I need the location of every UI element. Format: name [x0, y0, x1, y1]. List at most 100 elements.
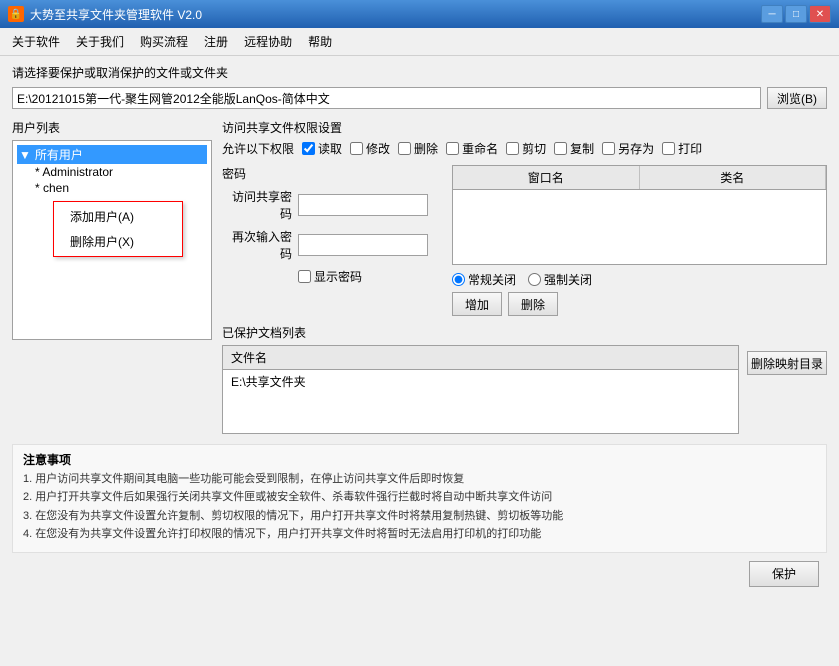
window-title: 大势至共享文件夹管理软件 V2.0 [30, 6, 202, 23]
delete-map-col: 删除映射目录 [747, 345, 827, 434]
show-pwd-row: 显示密码 [298, 268, 442, 285]
right-panel: 访问共享文件权限设置 允许以下权限 读取 修改 删除 [222, 119, 827, 434]
path-row: 浏览(B) [12, 87, 827, 109]
permissions-section: 访问共享文件权限设置 允许以下权限 读取 修改 删除 [222, 119, 827, 157]
window-table-header: 窗口名 类名 [453, 166, 826, 190]
perm-modify[interactable]: 修改 [350, 140, 390, 157]
tree-root-node[interactable]: ▼ 所有用户 [17, 145, 207, 164]
delete-button[interactable]: 删除 [508, 292, 558, 316]
perm-delete-label: 删除 [414, 140, 438, 157]
perm-cut-label: 剪切 [522, 140, 546, 157]
pwd-input-1[interactable] [298, 194, 428, 216]
add-del-row: 增加 删除 [452, 292, 827, 316]
user-list-label: 用户列表 [12, 119, 212, 136]
perm-delete[interactable]: 删除 [398, 140, 438, 157]
pwd-row-1: 访问共享密码 [222, 188, 442, 222]
notes-item-1: 2. 用户打开共享文件后如果强行关闭共享文件匣或被安全软件、杀毒软件强行拦截时将… [23, 490, 816, 505]
delete-map-button[interactable]: 删除映射目录 [747, 351, 827, 375]
pwd-row-2: 再次输入密码 [222, 228, 442, 262]
title-bar: 🔒 大势至共享文件夹管理软件 V2.0 ─ □ ✕ [0, 0, 839, 28]
file-table-row-0: E:\共享文件夹 [223, 370, 738, 393]
pwd-label-2: 再次输入密码 [222, 228, 292, 262]
perm-saveas[interactable]: 另存为 [602, 140, 654, 157]
context-menu-delete-user[interactable]: 删除用户(X) [54, 229, 182, 254]
show-password-checkbox[interactable] [298, 270, 311, 283]
notes-title: 注意事项 [23, 451, 816, 468]
file-table-empty-space [223, 393, 738, 433]
radio-normal-close-input[interactable] [452, 273, 465, 286]
perm-copy-checkbox[interactable] [554, 142, 567, 155]
menu-bar: 关于软件 关于我们 购买流程 注册 远程协助 帮助 [0, 28, 839, 56]
file-table-header: 文件名 [223, 346, 738, 370]
radio-force-close[interactable]: 强制关闭 [528, 271, 592, 288]
menu-help[interactable]: 帮助 [300, 30, 340, 53]
perm-read-checkbox[interactable] [302, 142, 315, 155]
tree-root-label: 所有用户 [35, 146, 83, 163]
perm-saveas-label: 另存为 [618, 140, 654, 157]
file-col-name: 文件名 [231, 349, 267, 366]
perm-print[interactable]: 打印 [662, 140, 702, 157]
left-panel: 用户列表 ▼ 所有用户 * Administrator * chen 添加用户(… [12, 119, 212, 434]
perm-cut-checkbox[interactable] [506, 142, 519, 155]
two-column-layout: 用户列表 ▼ 所有用户 * Administrator * chen 添加用户(… [12, 119, 827, 434]
radio-row: 常规关闭 强制关闭 [452, 271, 827, 288]
tree-item-chen-label: * chen [35, 181, 69, 195]
password-right: 窗口名 类名 常规关闭 强制关闭 [452, 165, 827, 316]
window-col-class: 类名 [640, 166, 827, 189]
main-content: 请选择要保护或取消保护的文件或文件夹 浏览(B) 用户列表 ▼ 所有用户 * A… [0, 56, 839, 595]
context-menu: 添加用户(A) 删除用户(X) [53, 201, 183, 257]
tree-item-chen[interactable]: * chen [33, 180, 207, 196]
browse-button[interactable]: 浏览(B) [767, 87, 827, 109]
permissions-row: 允许以下权限 读取 修改 删除 重命名 [222, 140, 827, 157]
perm-modify-checkbox[interactable] [350, 142, 363, 155]
tree-sub-items: * Administrator * chen [17, 164, 207, 196]
perm-copy[interactable]: 复制 [554, 140, 594, 157]
perm-saveas-checkbox[interactable] [602, 142, 615, 155]
pwd-label-1: 访问共享密码 [222, 188, 292, 222]
perm-rename-checkbox[interactable] [446, 142, 459, 155]
minimize-button[interactable]: ─ [761, 5, 783, 23]
permit-label: 允许以下权限 [222, 140, 294, 157]
context-menu-add-user[interactable]: 添加用户(A) [54, 204, 182, 229]
protected-label: 已保护文档列表 [222, 324, 827, 341]
menu-purchase[interactable]: 购买流程 [132, 30, 196, 53]
tree-item-administrator[interactable]: * Administrator [33, 164, 207, 180]
perm-print-checkbox[interactable] [662, 142, 675, 155]
menu-remote[interactable]: 远程协助 [236, 30, 300, 53]
perm-cut[interactable]: 剪切 [506, 140, 546, 157]
close-button[interactable]: ✕ [809, 5, 831, 23]
password-left: 密码 访问共享密码 再次输入密码 显示密码 [222, 165, 442, 316]
maximize-button[interactable]: □ [785, 5, 807, 23]
show-password-label: 显示密码 [314, 268, 362, 285]
perm-print-label: 打印 [678, 140, 702, 157]
perm-read-label: 读取 [318, 140, 342, 157]
perm-read[interactable]: 读取 [302, 140, 342, 157]
password-section: 密码 访问共享密码 再次输入密码 显示密码 [222, 165, 827, 316]
show-password-checkbox-label[interactable]: 显示密码 [298, 268, 362, 285]
password-title: 密码 [222, 165, 442, 182]
notes-item-0: 1. 用户访问共享文件期间其电脑一些功能可能会受到限制，在停止访问共享文件后即时… [23, 472, 816, 487]
protect-row: 保护 [12, 561, 827, 587]
window-col-name: 窗口名 [453, 166, 640, 189]
protected-area: 文件名 E:\共享文件夹 删除映射目录 [222, 345, 827, 434]
radio-normal-close-label: 常规关闭 [468, 271, 516, 288]
menu-about-software[interactable]: 关于软件 [4, 30, 68, 53]
permissions-title: 访问共享文件权限设置 [222, 119, 827, 136]
perm-delete-checkbox[interactable] [398, 142, 411, 155]
radio-normal-close[interactable]: 常规关闭 [452, 271, 516, 288]
perm-rename[interactable]: 重命名 [446, 140, 498, 157]
add-button[interactable]: 增加 [452, 292, 502, 316]
menu-register[interactable]: 注册 [196, 30, 236, 53]
notes-item-2: 3. 在您没有为共享文件设置允许复制、剪切权限的情况下，用户打开共享文件时将禁用… [23, 509, 816, 524]
protect-button[interactable]: 保护 [749, 561, 819, 587]
pwd-input-2[interactable] [298, 234, 428, 256]
perm-modify-label: 修改 [366, 140, 390, 157]
protected-table-wrapper: 文件名 E:\共享文件夹 [222, 345, 739, 434]
radio-force-close-input[interactable] [528, 273, 541, 286]
path-input[interactable] [12, 87, 761, 109]
tree-expand-icon: ▼ [19, 148, 31, 162]
file-row-0-value: E:\共享文件夹 [231, 375, 306, 389]
notes-item-3: 4. 在您没有为共享文件设置允许打印权限的情况下，用户打开共享文件时将暂时无法启… [23, 527, 816, 542]
menu-about-us[interactable]: 关于我们 [68, 30, 132, 53]
window-table: 窗口名 类名 [452, 165, 827, 265]
